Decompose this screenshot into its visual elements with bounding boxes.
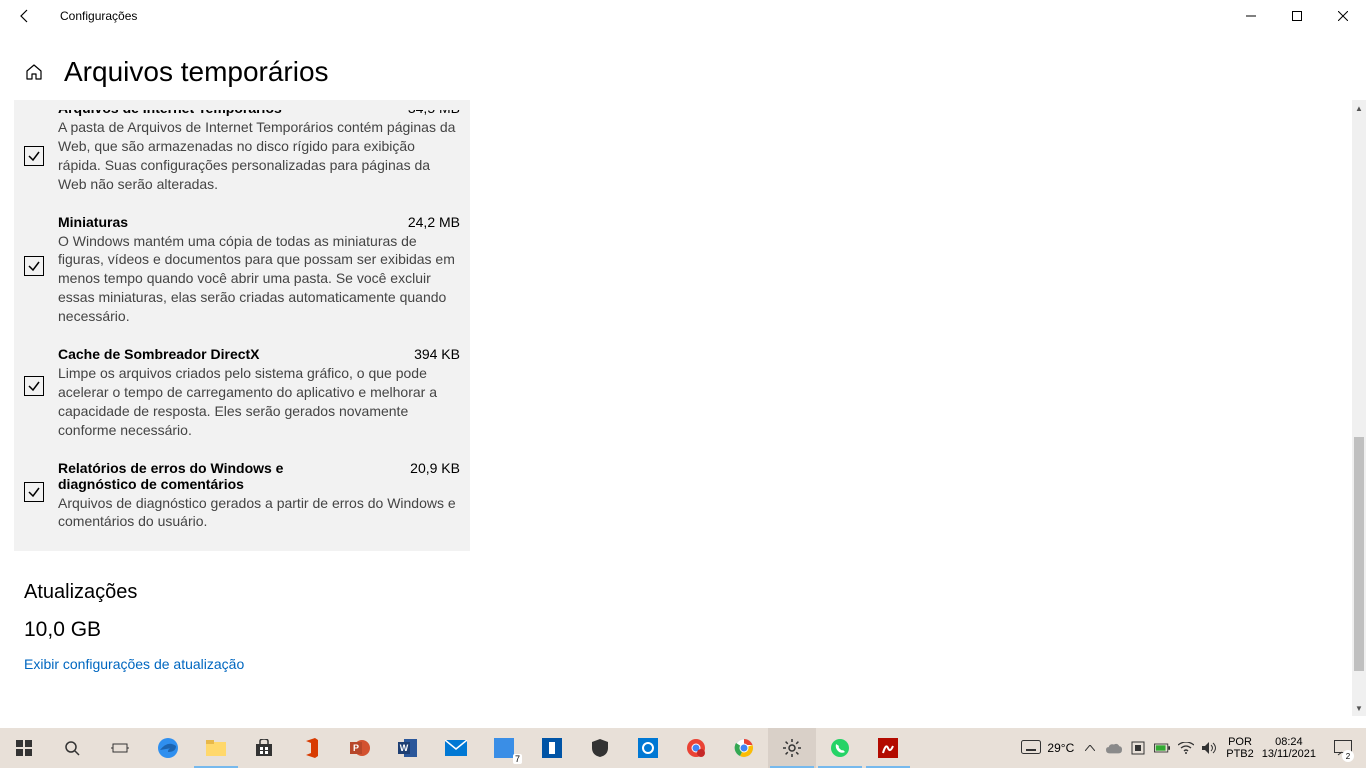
checkmark-icon (27, 379, 41, 393)
checkbox[interactable] (24, 146, 44, 166)
powerpoint-icon[interactable]: P (336, 728, 384, 768)
weather-temp: 29°C (1047, 741, 1074, 755)
content-area: Arquivos de Internet Temporários 34,5 MB… (0, 100, 1366, 674)
checkbox[interactable] (24, 256, 44, 276)
task-view-button[interactable] (96, 728, 144, 768)
taskbar: P W 7 (0, 728, 1366, 768)
item-name: Miniaturas (58, 214, 128, 230)
item-description: Arquivos de diagnóstico gerados a partir… (58, 494, 460, 532)
list-item: Relatórios de erros do Windows e diagnós… (24, 450, 460, 542)
checkbox[interactable] (24, 482, 44, 502)
page-header: Arquivos temporários (0, 32, 1366, 100)
item-name: Arquivos de Internet Temporários (58, 110, 282, 116)
item-size: 20,9 KB (410, 460, 460, 476)
checkmark-icon (27, 485, 41, 499)
updates-settings-link[interactable]: Exibir configurações de atualização (24, 656, 244, 672)
title-bar: Configurações (0, 0, 1366, 32)
system-tray (1082, 740, 1218, 756)
checkmark-icon (27, 259, 41, 273)
store-icon[interactable] (240, 728, 288, 768)
home-icon[interactable] (24, 62, 44, 82)
battery-icon[interactable] (1154, 740, 1170, 756)
acrobat-icon[interactable] (864, 728, 912, 768)
item-size: 34,5 MB (408, 110, 460, 116)
item-size: 24,2 MB (408, 214, 460, 230)
checkbox[interactable] (24, 376, 44, 396)
onedrive-icon[interactable] (1106, 740, 1122, 756)
taskbar-app-icon[interactable] (528, 728, 576, 768)
checkmark-icon (27, 149, 41, 163)
mail-icon[interactable] (432, 728, 480, 768)
settings-icon[interactable] (768, 728, 816, 768)
svg-text:W: W (400, 743, 409, 753)
close-button[interactable] (1320, 0, 1366, 32)
start-button[interactable] (0, 728, 48, 768)
office-icon[interactable] (288, 728, 336, 768)
item-description: A pasta de Arquivos de Internet Temporár… (58, 118, 460, 194)
clock[interactable]: 08:24 13/11/2021 (1262, 736, 1316, 760)
scroll-up-icon[interactable]: ▲ (1355, 100, 1363, 116)
item-size: 394 KB (414, 346, 460, 362)
page-title: Arquivos temporários (64, 56, 329, 88)
app-badge: 7 (513, 754, 522, 764)
list-item: Cache de Sombreador DirectX 394 KB Limpe… (24, 336, 460, 450)
item-name: Relatórios de erros do Windows e diagnós… (58, 460, 358, 492)
minimize-button[interactable] (1228, 0, 1274, 32)
chrome-icon[interactable] (720, 728, 768, 768)
chrome-icon[interactable] (672, 728, 720, 768)
weather-widget[interactable]: 29°C (1021, 740, 1074, 756)
language-indicator[interactable]: POR PTB2 (1226, 736, 1254, 760)
word-icon[interactable]: W (384, 728, 432, 768)
svg-text:P: P (353, 743, 359, 753)
tray-icon[interactable] (1130, 740, 1146, 756)
scroll-thumb[interactable] (1354, 437, 1364, 671)
maximize-button[interactable] (1274, 0, 1320, 32)
chevron-up-icon[interactable] (1082, 740, 1098, 756)
file-explorer-icon[interactable] (192, 728, 240, 768)
whatsapp-icon[interactable] (816, 728, 864, 768)
notification-badge: 2 (1342, 750, 1354, 762)
edge-icon[interactable] (144, 728, 192, 768)
scroll-down-icon[interactable]: ▼ (1355, 700, 1363, 716)
updates-size: 10,0 GB (24, 618, 1342, 642)
list-item: Miniaturas 24,2 MB O Windows mantém uma … (24, 204, 460, 336)
vertical-scrollbar[interactable]: ▲ ▼ (1352, 100, 1366, 716)
back-button[interactable] (18, 9, 32, 23)
wifi-icon[interactable] (1178, 740, 1194, 756)
window-title: Configurações (60, 9, 137, 23)
updates-heading: Atualizações (24, 581, 1342, 604)
temp-files-panel: Arquivos de Internet Temporários 34,5 MB… (14, 100, 470, 551)
security-icon[interactable] (576, 728, 624, 768)
taskbar-app-icon[interactable]: 7 (480, 728, 528, 768)
keyboard-icon (1021, 740, 1041, 756)
volume-icon[interactable] (1202, 740, 1218, 756)
item-description: O Windows mantém uma cópia de todas as m… (58, 232, 460, 326)
list-item: Arquivos de Internet Temporários 34,5 MB… (24, 100, 460, 204)
notifications-button[interactable]: 2 (1324, 728, 1362, 768)
taskbar-app-icon[interactable] (624, 728, 672, 768)
search-button[interactable] (48, 728, 96, 768)
item-description: Limpe os arquivos criados pelo sistema g… (58, 364, 460, 440)
item-name: Cache de Sombreador DirectX (58, 346, 260, 362)
